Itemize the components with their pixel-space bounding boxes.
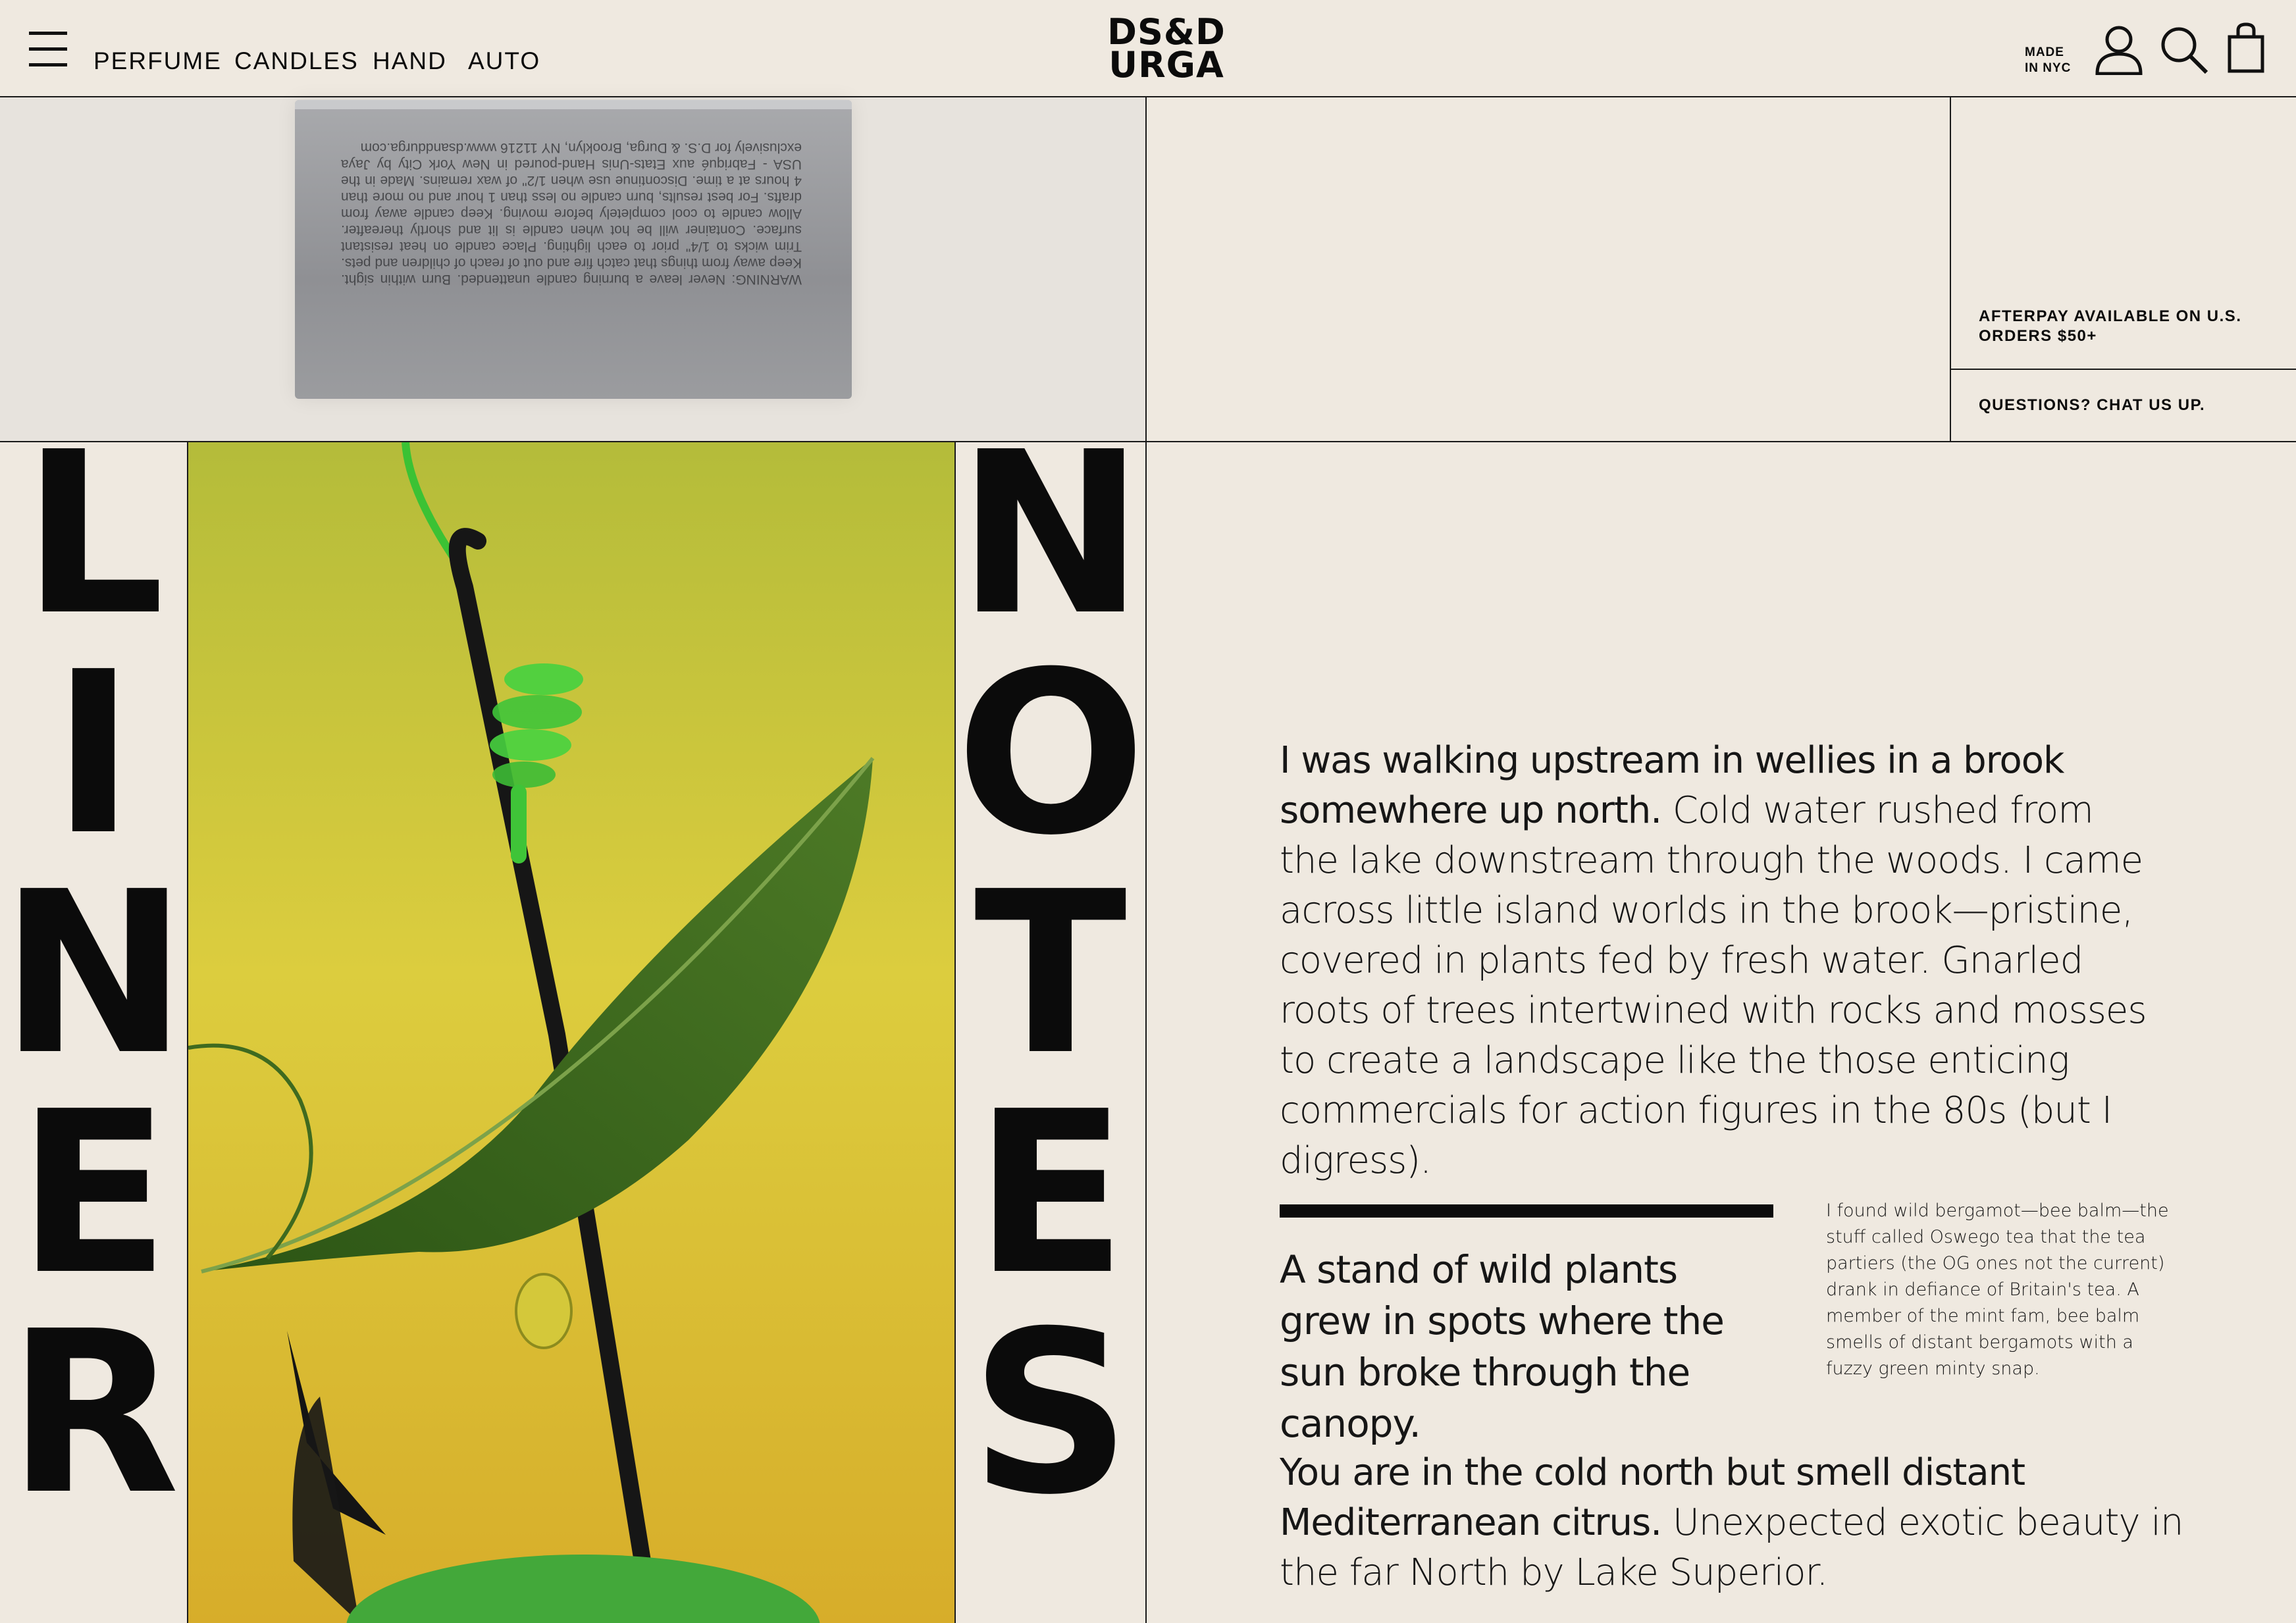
side-note-bergamot: I found wild bergamot—bee balm—the stuff… (1826, 1200, 2169, 1379)
liner-letter-l: L (22, 442, 165, 665)
liner-letter-n: N (0, 844, 187, 1104)
hook-leaf-photo (188, 442, 954, 1623)
water-droplet (515, 1273, 573, 1349)
column-divider (1145, 96, 1147, 1623)
menu-icon[interactable] (29, 29, 68, 70)
notes-letter-o: O (956, 624, 1145, 885)
pull-quote: A stand of wild plants grew in spots whe… (1280, 1247, 1725, 1446)
nav-candles[interactable]: CANDLES (234, 47, 359, 75)
made-in-nyc-label: MADE IN NYC (2025, 45, 2071, 76)
tin-label-text: WARNING: Never leave a burning candle un… (341, 140, 802, 287)
account-icon[interactable] (2095, 25, 2143, 75)
article-paragraph-1: I was walking upstream in wellies in a b… (1280, 736, 2162, 1186)
quote-rule (1280, 1204, 1773, 1218)
notes-letter-s: S (970, 1283, 1132, 1544)
notes-letter-n: N (956, 442, 1145, 665)
notes-letter-t: T (974, 844, 1127, 1104)
photo-illustration (188, 442, 954, 1623)
afterpay-note[interactable]: AFTERPAY AVAILABLE ON U.S. ORDERS $50+ (1979, 307, 2282, 346)
liner-letter-r: R (7, 1283, 180, 1544)
product-image-panel: WARNING: Never leave a burning candle un… (0, 97, 1145, 441)
chat-link[interactable]: QUESTIONS? CHAT US UP. (1979, 396, 2282, 415)
logo[interactable]: DS&D URGA (1106, 14, 1227, 86)
notes-column: N O T E S (956, 442, 1145, 1623)
logo-line-2: URGA (1109, 44, 1224, 86)
liner-letter-i: I (51, 624, 136, 885)
paragraph-1-body: Cold water rushed from the lake downstre… (1280, 789, 2147, 1182)
liner-letter-e: E (16, 1064, 170, 1324)
made-line-1: MADE (2025, 45, 2064, 59)
search-icon[interactable] (2159, 25, 2209, 75)
site-header: PERFUME CANDLES HAND AUTO DS&D URGA MADE… (0, 0, 2296, 97)
candle-tin-image: WARNING: Never leave a burning candle un… (295, 100, 852, 399)
sidebar-divider (1950, 96, 1951, 442)
liner-column: L I N E R (0, 442, 187, 1623)
made-line-2: IN NYC (2025, 61, 2072, 75)
sidebar-row-divider (1950, 369, 2296, 370)
tin-lid (295, 100, 852, 109)
bag-icon[interactable] (2228, 22, 2264, 74)
notes-letter-e: E (974, 1064, 1128, 1324)
article-paragraph-2: You are in the cold north but smell dist… (1280, 1448, 2214, 1598)
nav-hand[interactable]: HAND (373, 47, 447, 75)
nav-auto[interactable]: AUTO (468, 47, 540, 75)
nav-perfume[interactable]: PERFUME (93, 47, 222, 75)
